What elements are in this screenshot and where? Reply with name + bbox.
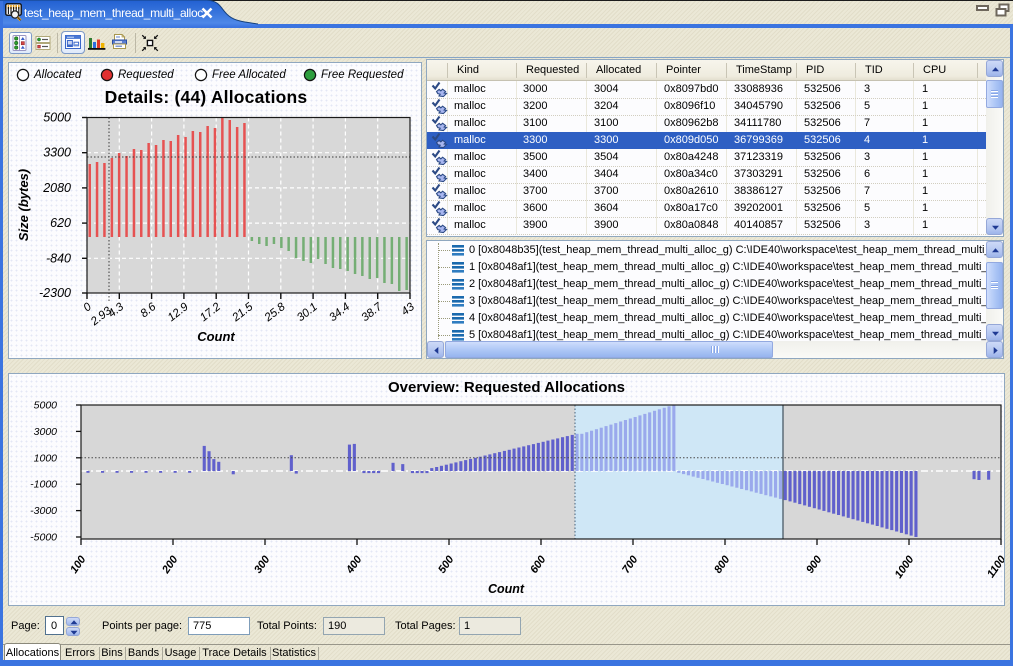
svg-text:3300: 3300: [43, 146, 71, 160]
svg-text:700: 700: [620, 553, 641, 576]
svg-text:8.6: 8.6: [138, 301, 158, 321]
svg-text:500: 500: [436, 553, 457, 576]
svg-text:Count: Count: [197, 329, 235, 344]
svg-text:34.4: 34.4: [327, 301, 352, 324]
svg-text:600: 600: [528, 553, 549, 576]
svg-text:Size (bytes): Size (bytes): [16, 169, 31, 241]
svg-text:200: 200: [160, 553, 181, 576]
svg-text:400: 400: [344, 553, 365, 576]
svg-text:3000: 3000: [34, 426, 58, 438]
svg-text:21.5: 21.5: [230, 301, 256, 325]
svg-text:2080: 2080: [42, 181, 71, 195]
svg-text:1000: 1000: [34, 452, 58, 464]
svg-text:-840: -840: [46, 251, 71, 265]
svg-text:30.1: 30.1: [295, 301, 320, 324]
svg-text:1000: 1000: [893, 553, 917, 581]
svg-text:38.7: 38.7: [360, 301, 386, 325]
svg-text:5000: 5000: [43, 111, 71, 125]
svg-text:5000: 5000: [34, 400, 58, 412]
svg-text:0: 0: [81, 301, 94, 315]
svg-text:-1000: -1000: [30, 479, 57, 491]
svg-text:300: 300: [252, 553, 273, 576]
svg-text:620: 620: [50, 216, 71, 230]
svg-text:800: 800: [712, 553, 733, 576]
svg-text:43: 43: [399, 301, 417, 319]
svg-text:900: 900: [804, 553, 825, 576]
svg-text:25.8: 25.8: [262, 301, 288, 325]
svg-text:-2300: -2300: [39, 286, 71, 300]
svg-text:12.9: 12.9: [166, 301, 192, 325]
svg-text:100: 100: [68, 553, 89, 576]
svg-text:-3000: -3000: [30, 505, 57, 517]
svg-text:1100: 1100: [985, 553, 1004, 580]
svg-text:-5000: -5000: [30, 532, 57, 544]
svg-text:17.2: 17.2: [198, 301, 224, 325]
svg-text:Count: Count: [488, 582, 525, 596]
